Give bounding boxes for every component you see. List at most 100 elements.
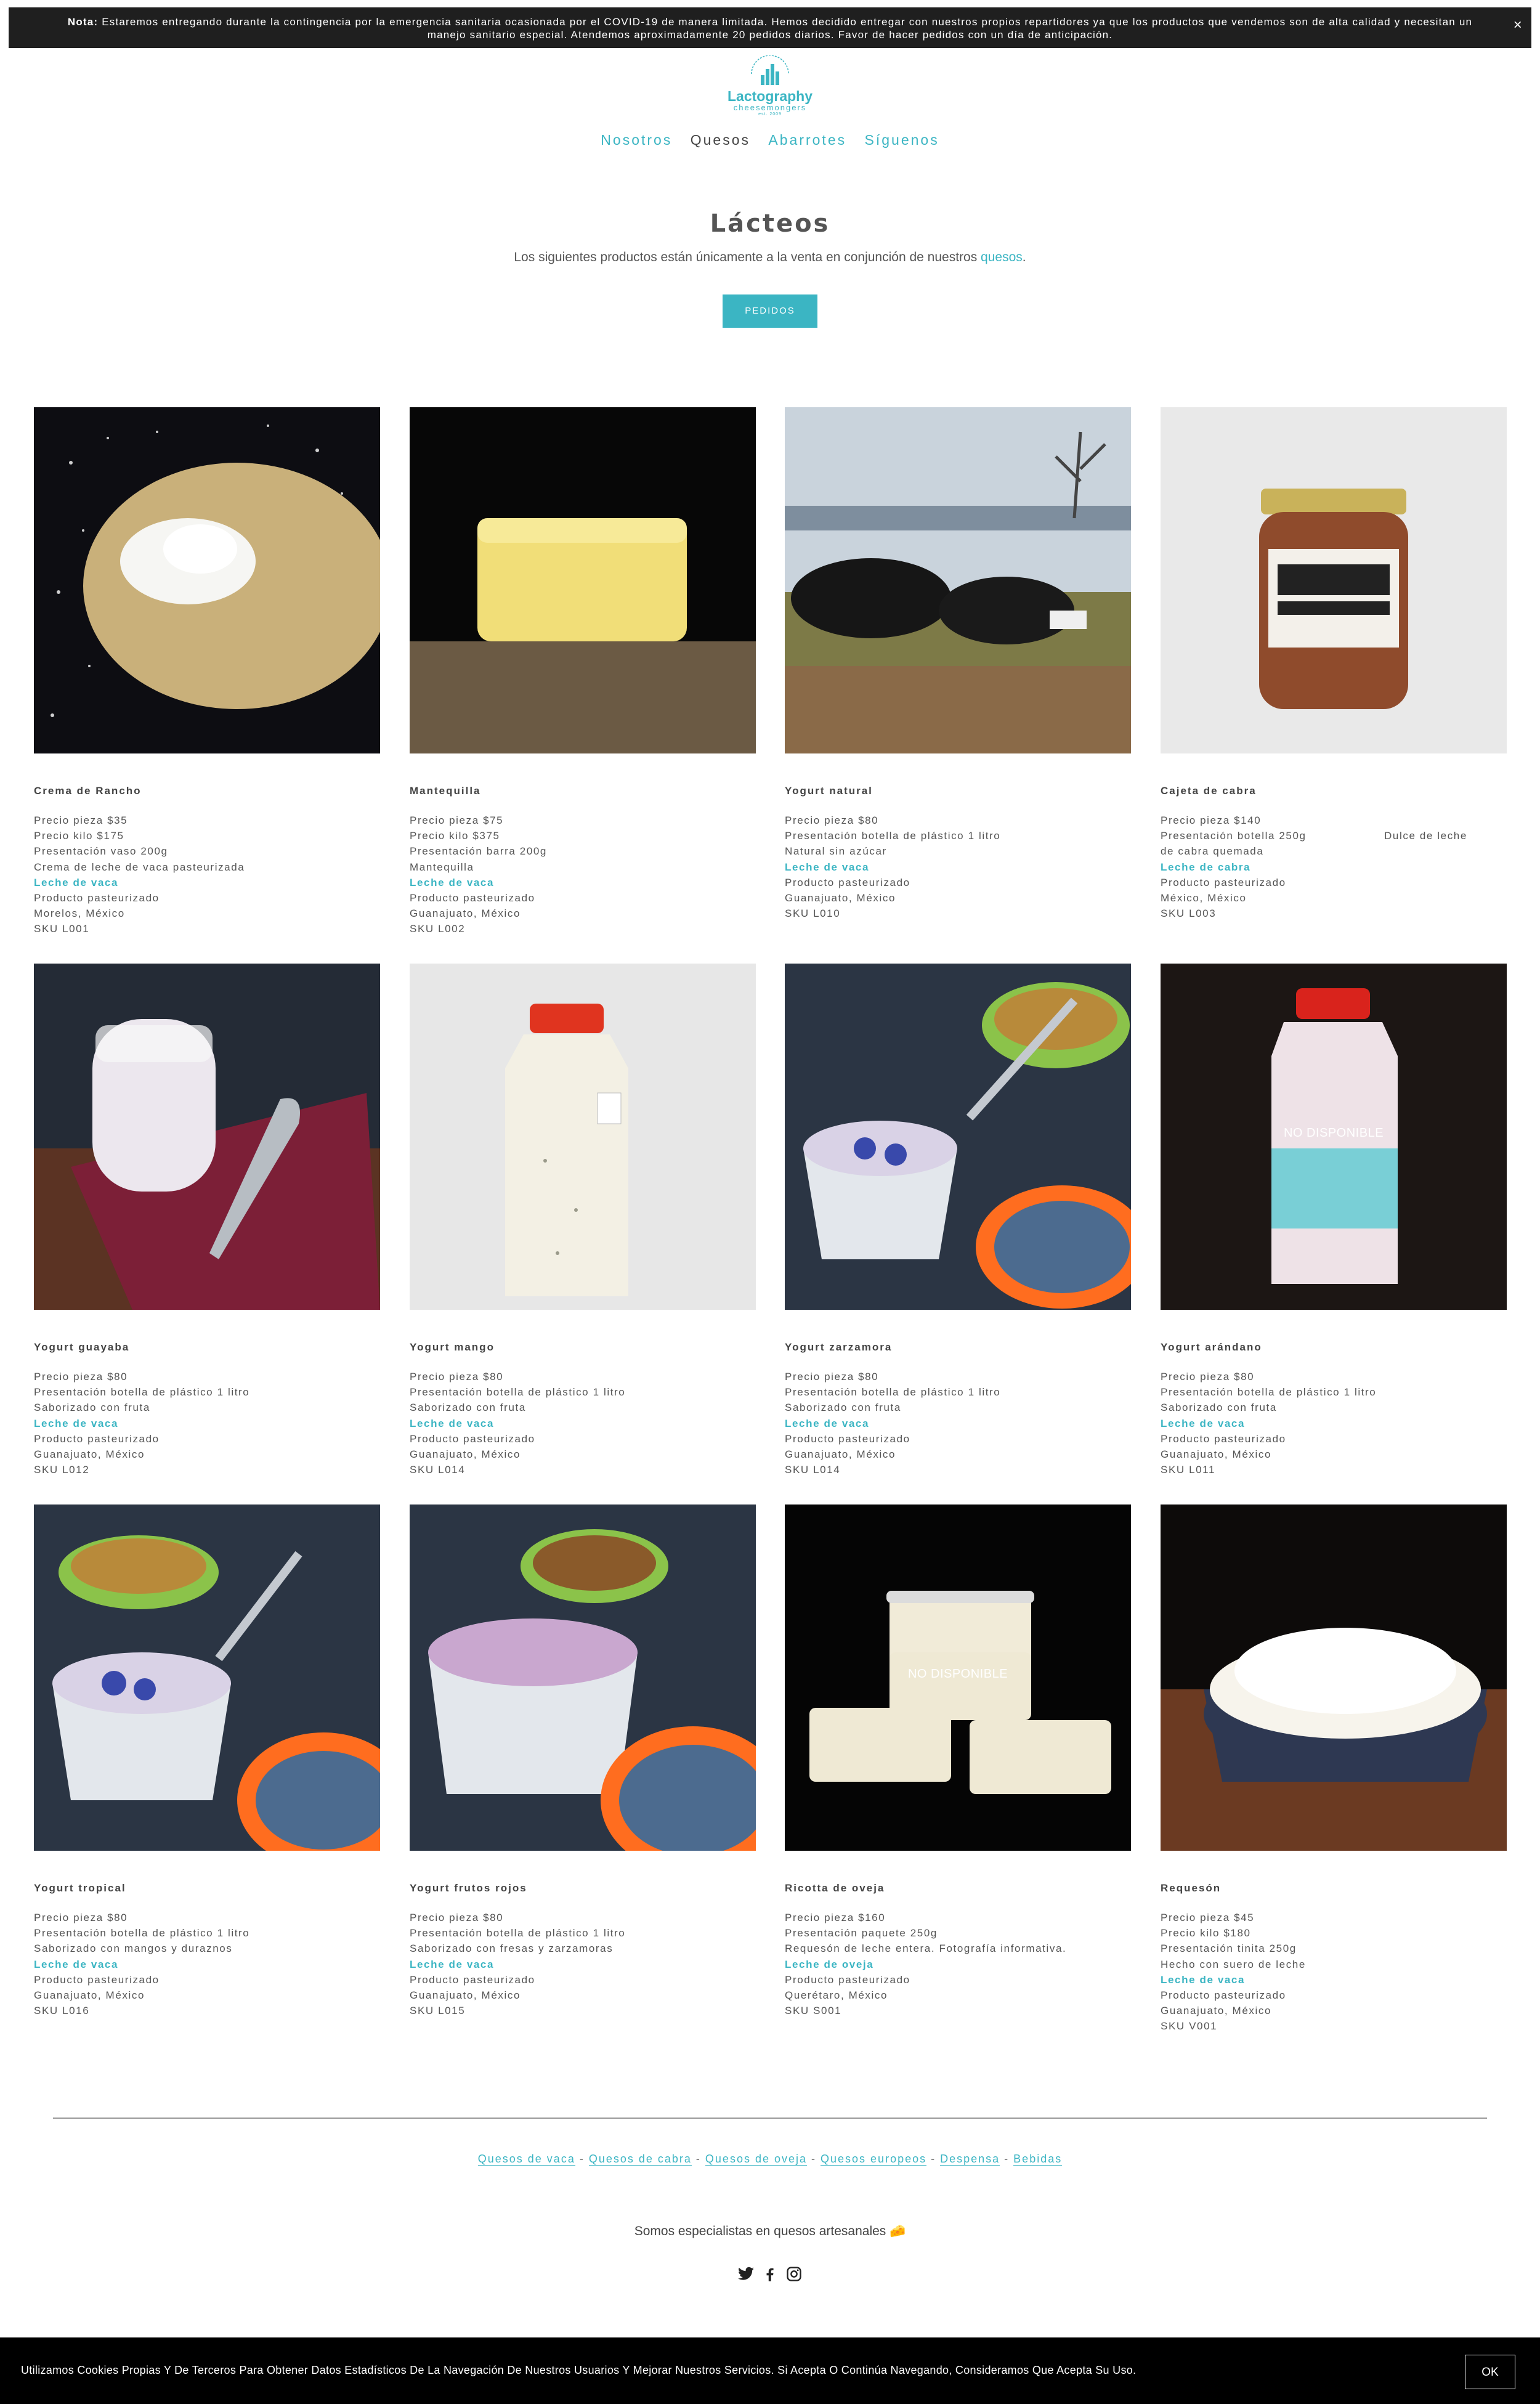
instagram-icon[interactable] [785,2265,803,2283]
milk-type-link[interactable]: Leche de vaca [1161,1416,1507,1431]
product-card[interactable]: Yogurt guayaba Precio pieza $80 Presentaci… [34,964,380,1477]
footer-link-despensa[interactable]: Despensa [940,2153,1000,2166]
product-name[interactable]: Cajeta de cabra [1161,784,1507,798]
product-name[interactable]: Yogurt arándano [1161,1341,1507,1354]
product-detail-line: Morelos, México [34,908,125,920]
milk-type-link[interactable]: Leche de vaca [34,875,380,890]
milk-type-link[interactable]: Leche de vaca [410,1957,756,1972]
twitter-icon[interactable] [737,2265,755,2283]
product-detail-line: SKU L015 [410,2005,466,2017]
milk-type-link[interactable]: Leche de vaca [785,859,1131,875]
nav-nosotros[interactable]: Nosotros [601,132,672,148]
product-detail-line: Natural sin azúcar [785,845,887,858]
product-card[interactable]: Yogurt tropical Precio pieza $80 Presentac… [34,1505,380,2018]
product-detail-line: Presentación botella 250g Dulce de leche [1161,830,1467,842]
unavailable-badge: NO DISPONIBLE [907,1667,1008,1681]
product-name[interactable]: Yogurt frutos rojos [410,1882,756,1895]
product-image[interactable]: NO DISPONIBLE [785,1505,1131,1851]
product-card[interactable]: Crema de Rancho Precio pieza $35 Precio ki… [34,407,380,937]
product-image[interactable] [410,1505,756,1851]
product-name[interactable]: Mantequilla [410,784,756,798]
pedidos-button[interactable]: PEDIDOS [723,294,817,328]
product-name[interactable]: Yogurt tropical [34,1882,380,1895]
product-name[interactable]: Ricotta de oveja [785,1882,1131,1895]
product-detail-line: Presentación vaso 200g [34,845,168,858]
facebook-icon[interactable] [761,2265,779,2283]
milk-type-link[interactable]: Leche de oveja [785,1957,1131,1972]
product-image[interactable] [1161,407,1507,753]
milk-type-link[interactable]: Leche de vaca [410,875,756,890]
product-card[interactable]: Requesón Precio pieza $45 Precio kilo $180… [1161,1505,1507,2034]
product-detail-line: Presentación botella de plástico 1 litro [785,830,1001,842]
product-card[interactable]: Cajeta de cabra Precio pieza $140 Presenta… [1161,407,1507,921]
product-card[interactable]: NO DISPONIBLE Ricotta de oveja Precio piez… [785,1505,1131,2018]
product-detail-line: Producto pasteurizado [34,1973,160,1986]
cookie-ok-button[interactable]: OK [1465,2355,1515,2389]
product-detail-line: Saborizado con fruta [785,1402,901,1414]
page-intro: Los siguientes productos están únicament… [0,250,1540,265]
social-links [737,2265,803,2283]
product-details: Precio pieza $80 Presentación botella de … [410,1910,756,2018]
product-detail-line: Producto pasteurizado [410,892,535,904]
product-name[interactable]: Yogurt natural [785,784,1131,798]
footer-link-bebidas[interactable]: Bebidas [1013,2153,1063,2166]
product-image[interactable] [34,407,380,753]
product-image[interactable] [1161,1505,1507,1851]
product-detail-line: Precio pieza $80 [34,1371,128,1383]
product-card[interactable]: Yogurt mango Precio pieza $80 Presentación… [410,964,756,1477]
milk-type-link[interactable]: Leche de vaca [785,1416,1131,1431]
product-card[interactable]: NO DISPONIBLE Yogurt arándano Precio pieza… [1161,964,1507,1477]
notice-text: Estaremos entregando durante la continge… [98,16,1473,41]
product-detail-line: Producto pasteurizado [1161,1989,1286,2002]
product-name[interactable]: Crema de Rancho [34,784,380,798]
product-card[interactable]: Yogurt zarzamora Precio pieza $80 Presenta… [785,964,1131,1477]
product-detail-line: Producto pasteurizado [785,1432,910,1445]
product-card[interactable]: Mantequilla Precio pieza $75 Precio kilo $… [410,407,756,937]
product-image[interactable] [410,964,756,1310]
footer-link-cabra[interactable]: Quesos de cabra [588,2153,692,2166]
footer-link-oveja[interactable]: Quesos de oveja [705,2153,808,2166]
product-name[interactable]: Requesón [1161,1882,1507,1895]
product-card[interactable]: Yogurt frutos rojos Precio pieza $80 Prese… [410,1505,756,2018]
footer-link-vaca[interactable]: Quesos de vaca [477,2153,575,2166]
product-name[interactable]: Yogurt guayaba [34,1341,380,1354]
product-image[interactable] [785,407,1131,753]
product-detail-line: Saborizado con mangos y duraznos [34,1943,233,1955]
product-detail-line: SKU L001 [34,923,90,935]
product-image[interactable] [34,964,380,1310]
milk-type-link[interactable]: Leche de cabra [1161,859,1507,875]
unavailable-badge: NO DISPONIBLE [1283,1126,1384,1140]
product-details: Precio pieza $80 Presentación botella de … [1161,1369,1507,1477]
nav-quesos[interactable]: Quesos [691,132,750,148]
product-details: Precio pieza $160 Presentación paquete 25… [785,1910,1131,2018]
product-detail-line: Guanajuato, México [34,1989,145,2002]
intro-quesos-link[interactable]: quesos [981,250,1023,264]
product-image[interactable] [410,407,756,753]
product-card[interactable]: Yogurt natural Precio pieza $80 Presentaci… [785,407,1131,921]
product-detail-line: Presentación tinita 250g [1161,1943,1297,1955]
footer-link-europeos[interactable]: Quesos europeos [821,2153,927,2166]
product-image[interactable] [785,964,1131,1310]
close-icon[interactable]: × [1514,18,1523,33]
product-details: Precio pieza $75 Precio kilo $375 Presenta… [410,813,756,937]
nav-abarrotes[interactable]: Abarrotes [768,132,846,148]
product-image[interactable] [34,1505,380,1851]
product-name[interactable]: Yogurt zarzamora [785,1341,1131,1354]
product-detail-line: SKU L002 [410,923,466,935]
milk-type-link[interactable]: Leche de vaca [410,1416,756,1431]
milk-type-link[interactable]: Leche de vaca [34,1957,380,1972]
product-details: Precio pieza $80 Presentación botella de … [34,1369,380,1477]
product-details: Precio pieza $45 Precio kilo $180 Presenta… [1161,1910,1507,2034]
site-logo[interactable]: Lactography cheesemongers est. 2009 [724,55,816,120]
product-image[interactable]: NO DISPONIBLE [1161,964,1507,1310]
product-detail-line: Precio pieza $80 [1161,1371,1255,1383]
product-detail-line: Presentación botella de plástico 1 litro [410,1927,626,1939]
product-detail-line: Guanajuato, México [410,908,521,920]
product-name[interactable]: Yogurt mango [410,1341,756,1354]
nav-siguenos[interactable]: Síguenos [865,132,939,148]
product-detail-line: Precio pieza $160 [785,1912,886,1923]
milk-type-link[interactable]: Leche de vaca [1161,1972,1507,1988]
product-detail-line: Guanajuato, México [1161,1448,1271,1461]
milk-type-link[interactable]: Leche de vaca [34,1416,380,1431]
intro-text: Los siguientes productos están únicament… [514,250,978,264]
